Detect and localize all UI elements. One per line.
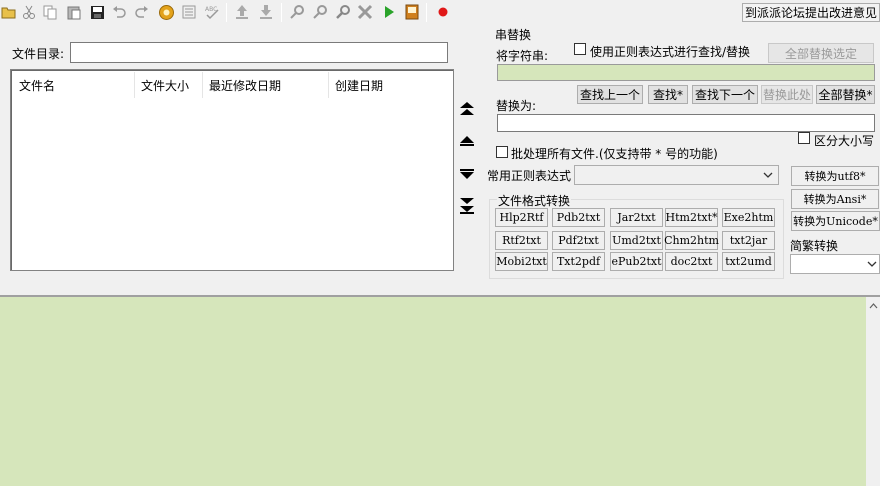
find-label: 将字符串:	[496, 49, 549, 63]
double-up-arrow-icon	[459, 101, 474, 115]
save-icon[interactable]	[88, 3, 106, 21]
book-icon[interactable]	[403, 3, 421, 21]
record-icon[interactable]	[434, 3, 452, 21]
move-up-button[interactable]	[457, 131, 476, 150]
move-down-button[interactable]	[457, 164, 476, 183]
rtf2txt-button[interactable]: Rtf2txt	[495, 231, 548, 250]
column-created-date[interactable]: 创建日期	[329, 72, 449, 98]
regex-label: 使用正则表达式进行查找/替换	[590, 45, 751, 59]
case-sensitive-label: 区分大小写	[814, 134, 875, 148]
hlp2rtf-button[interactable]: Hlp2Rtf	[495, 208, 548, 227]
column-filesize[interactable]: 文件大小	[135, 72, 203, 98]
common-regex-select[interactable]	[574, 165, 779, 185]
epub2txt-button[interactable]: ePub2txt	[610, 252, 663, 271]
spellcheck-icon[interactable]: ABC	[203, 3, 221, 21]
move-top-button[interactable]	[457, 99, 476, 118]
replace-label: 替换为:	[496, 99, 537, 113]
umd2txt-button[interactable]: Umd2txt	[610, 231, 663, 250]
undo-icon[interactable]	[110, 3, 128, 21]
file-list-header: 文件名 文件大小 最近修改日期 创建日期	[13, 72, 451, 98]
replace-group-title: 串替换	[495, 28, 532, 42]
case-sensitive-checkbox[interactable]	[798, 132, 810, 144]
find-prev-button[interactable]: 查找上一个	[577, 85, 643, 104]
doc2txt-button[interactable]: doc2txt	[665, 252, 718, 271]
vertical-scrollbar[interactable]	[866, 295, 880, 486]
upload-icon[interactable]	[233, 3, 251, 21]
cut-icon[interactable]	[20, 3, 38, 21]
scroll-up-icon[interactable]	[869, 303, 878, 309]
pdf2txt-button[interactable]: Pdf2txt	[552, 231, 605, 250]
regex-checkbox[interactable]	[574, 43, 586, 55]
find-icon[interactable]	[311, 3, 329, 21]
file-list[interactable]: 文件名 文件大小 最近修改日期 创建日期	[10, 69, 454, 271]
redo-icon[interactable]	[133, 3, 151, 21]
simp-trad-select[interactable]	[790, 254, 880, 274]
replace-here-button[interactable]: 替换此处	[761, 85, 813, 104]
move-bottom-button[interactable]	[457, 195, 476, 214]
run-icon[interactable]	[380, 3, 398, 21]
file-dir-input[interactable]	[70, 42, 448, 63]
format-icon[interactable]	[180, 3, 198, 21]
batch-label: 批处理所有文件.(仅支持带 * 号的功能)	[511, 147, 718, 161]
mobi2txt-button[interactable]: Mobi2txt	[495, 252, 548, 271]
chevron-down-icon	[763, 172, 773, 178]
column-modified-date[interactable]: 最近修改日期	[203, 72, 329, 98]
open-folder-icon[interactable]	[0, 3, 18, 21]
htm2txt-button[interactable]: Htm2txt*	[665, 208, 718, 227]
replace-icon[interactable]	[334, 3, 352, 21]
jar2txt-button[interactable]: Jar2txt	[610, 208, 663, 227]
file-dir-label: 文件目录:	[12, 47, 65, 61]
copy-icon[interactable]	[41, 3, 59, 21]
double-down-arrow-icon	[459, 197, 474, 214]
download-icon[interactable]	[257, 3, 275, 21]
simp-trad-label: 简繁转换	[790, 239, 839, 253]
txt2umd-button[interactable]: txt2umd	[722, 252, 775, 271]
settings-gear-icon[interactable]	[157, 3, 175, 21]
find-star-button[interactable]: 查找*	[648, 85, 688, 104]
find-next-button[interactable]: 查找下一个	[692, 85, 758, 104]
to-unicode-button[interactable]: 转换为Unicode*	[791, 211, 880, 231]
to-ansi-button[interactable]: 转换为Ansi*	[791, 189, 879, 209]
pdb2txt-button[interactable]: Pdb2txt	[552, 208, 605, 227]
common-regex-label: 常用正则表达式	[487, 169, 572, 183]
search-icon[interactable]	[288, 3, 306, 21]
format-convert-title: 文件格式转换	[497, 192, 572, 209]
to-utf8-button[interactable]: 转换为utf8*	[791, 166, 879, 186]
up-arrow-icon	[459, 135, 474, 146]
text-editor-pane[interactable]	[0, 295, 866, 486]
exe2htm-button[interactable]: Exe2htm	[722, 208, 775, 227]
replace-all-selected-button[interactable]: 全部替换选定	[768, 43, 874, 63]
chevron-down-icon	[867, 261, 877, 267]
paste-icon[interactable]	[65, 3, 83, 21]
txt2pdf-button[interactable]: Txt2pdf	[552, 252, 605, 271]
toolbar: ABC 到派派论坛提出改进意见	[0, 0, 880, 26]
tools-icon[interactable]	[356, 3, 374, 21]
batch-checkbox[interactable]	[496, 146, 508, 158]
down-arrow-icon	[459, 168, 474, 179]
feedback-button[interactable]: 到派派论坛提出改进意见	[742, 3, 880, 22]
replace-all-star-button[interactable]: 全部替换*	[816, 85, 875, 104]
txt2jar-button[interactable]: txt2jar	[722, 231, 775, 250]
find-input[interactable]	[497, 64, 875, 81]
column-filename[interactable]: 文件名	[13, 72, 135, 98]
replace-input[interactable]	[497, 114, 875, 132]
chm2htm-button[interactable]: Chm2htm	[664, 231, 719, 250]
